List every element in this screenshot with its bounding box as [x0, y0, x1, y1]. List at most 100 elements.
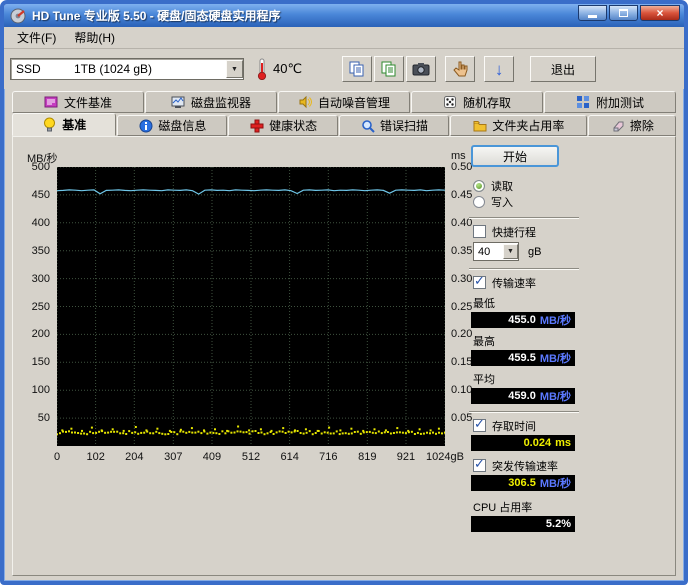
title-bar[interactable]: HD Tune 专业版 5.50 - 硬盘/固态硬盘实用程序 × [4, 4, 684, 27]
tab-row-primary: 基准 磁盘信息 健康状态 错误扫描 文件夹占用率 [4, 113, 684, 136]
axis-tick-label: 350 [32, 245, 50, 257]
short-stroke-value: 40 [478, 246, 490, 258]
access-time-unit: ms [555, 437, 571, 449]
cpu-usage-value-box: 5.2% [471, 516, 575, 532]
close-button[interactable]: × [640, 5, 680, 21]
axis-tick-label: 400 [32, 217, 50, 229]
access-time-value-box: 0.024 ms [471, 435, 575, 451]
access-time-checkbox-row[interactable]: ✓ 存取时间 [473, 418, 585, 433]
avg-label: 平均 [473, 371, 585, 387]
max-value: 459.5 [508, 352, 536, 364]
start-button[interactable]: 开始 [471, 145, 559, 167]
axis-tick-label: 614 [280, 451, 298, 463]
min-value-box: 455.0 MB/秒 [471, 312, 575, 328]
app-icon [10, 8, 26, 24]
hand-icon [452, 60, 468, 78]
tab-disk-info[interactable]: 磁盘信息 [117, 115, 227, 136]
axis-tick-label: 512 [242, 451, 260, 463]
checkbox-checked-icon[interactable]: ✓ [473, 276, 486, 289]
menu-bar: 文件(F) 帮助(H) [4, 27, 684, 49]
separator [469, 411, 579, 413]
exit-button[interactable]: 退出 [530, 56, 596, 82]
burst-rate-label: 突发传输速率 [492, 458, 558, 474]
short-stroke-select[interactable]: 40 ▼ [473, 242, 519, 261]
options-button[interactable] [445, 56, 475, 82]
x-ticks: 01022043074095126147168199211024gB [57, 451, 445, 465]
copy-icon [348, 60, 366, 78]
tab-extra-tests[interactable]: 附加测试 [544, 91, 676, 113]
axis-tick-label: 200 [32, 328, 50, 340]
tab-label: 文件基准 [64, 94, 112, 111]
chevron-down-icon[interactable]: ▼ [226, 60, 243, 78]
access-time-value: 0.024 [524, 437, 552, 449]
check-icon: ✓ [474, 416, 485, 432]
tab-auto-acoustic[interactable]: 自动噪音管理 [278, 91, 410, 113]
tab-erase[interactable]: 擦除 [588, 115, 676, 136]
axis-tick-label: 716 [319, 451, 337, 463]
tab-file-benchmark[interactable]: 文件基准 [12, 91, 144, 113]
copy-results-button[interactable] [374, 56, 404, 82]
avg-value-box: 459.0 MB/秒 [471, 388, 575, 404]
benchmark-controls: 开始 读取 写入 快捷行程 40 ▼ [469, 145, 585, 532]
radio-write[interactable]: 写入 [473, 194, 585, 210]
dice-icon [443, 95, 458, 110]
copy-green-icon [380, 60, 398, 78]
axis-tick-label: 500 [32, 161, 50, 173]
disk-monitor-icon [171, 95, 186, 110]
tab-disk-monitor[interactable]: 磁盘监视器 [145, 91, 277, 113]
transfer-rate-checkbox-row[interactable]: ✓ 传输速率 [473, 275, 585, 290]
min-value: 455.0 [508, 314, 536, 326]
drive-select[interactable]: SSD 1TB (1024 gB) ▼ [10, 58, 244, 80]
copy-text-button[interactable] [342, 56, 372, 82]
drive-capacity: 1TB (1024 gB) [74, 62, 152, 76]
save-results-button[interactable]: ↓ [484, 56, 514, 82]
screenshot-button[interactable] [406, 56, 436, 82]
download-icon: ↓ [495, 61, 504, 78]
axis-tick-label: 100 [32, 384, 50, 396]
thermometer-icon [256, 58, 268, 80]
y-left-ticks: 50045040035030025020015010050 [13, 167, 53, 446]
speaker-icon [298, 95, 313, 110]
axis-tick-label: 307 [164, 451, 182, 463]
benchmark-tab-page: MB/秒 ms 50045040035030025020015010050 0.… [12, 136, 676, 576]
axis-tick-label: 204 [125, 451, 143, 463]
maximize-icon [619, 9, 628, 17]
checkbox-checked-icon[interactable]: ✓ [473, 419, 486, 432]
tab-label: 磁盘监视器 [191, 94, 251, 111]
maximize-button[interactable] [609, 5, 638, 21]
separator [469, 268, 579, 270]
chevron-down-icon[interactable]: ▼ [503, 244, 518, 259]
radio-unselected-icon [473, 196, 485, 208]
benchmark-plot [57, 167, 445, 446]
checkbox-checked-icon[interactable]: ✓ [473, 459, 486, 472]
toolbar: SSD 1TB (1024 gB) ▼ 40℃ [4, 49, 684, 89]
tab-random-access[interactable]: 随机存取 [411, 91, 543, 113]
short-stroke-label: 快捷行程 [492, 224, 536, 240]
burst-rate-checkbox-row[interactable]: ✓ 突发传输速率 [473, 458, 585, 473]
drive-name: SSD [16, 62, 74, 76]
info-icon [138, 118, 153, 133]
window-title: HD Tune 专业版 5.50 - 硬盘/固态硬盘实用程序 [32, 7, 578, 24]
min-label: 最低 [473, 295, 585, 311]
magnifier-icon [360, 118, 375, 133]
radio-read[interactable]: 读取 [473, 178, 585, 194]
tab-label: 随机存取 [463, 94, 511, 111]
minimize-button[interactable] [578, 5, 607, 21]
burst-rate-value-box: 306.5 MB/秒 [471, 475, 575, 491]
short-stroke-checkbox-row[interactable]: 快捷行程 [473, 224, 585, 239]
folder-icon [472, 118, 487, 133]
menu-file[interactable]: 文件(F) [8, 26, 65, 49]
tab-label: 擦除 [630, 117, 654, 134]
test-grid-icon [576, 95, 591, 110]
tab-health[interactable]: 健康状态 [228, 115, 338, 136]
check-icon: ✓ [474, 273, 485, 289]
start-label: 开始 [503, 148, 527, 165]
max-unit: MB/秒 [540, 350, 571, 366]
tab-benchmark[interactable]: 基准 [12, 113, 116, 136]
checkbox-unchecked-icon[interactable] [473, 225, 486, 238]
tab-folder-usage[interactable]: 文件夹占用率 [450, 115, 587, 136]
radio-read-label: 读取 [491, 178, 513, 194]
lightbulb-icon [42, 117, 57, 132]
menu-help[interactable]: 帮助(H) [65, 26, 124, 49]
tab-error-scan[interactable]: 错误扫描 [339, 115, 449, 136]
